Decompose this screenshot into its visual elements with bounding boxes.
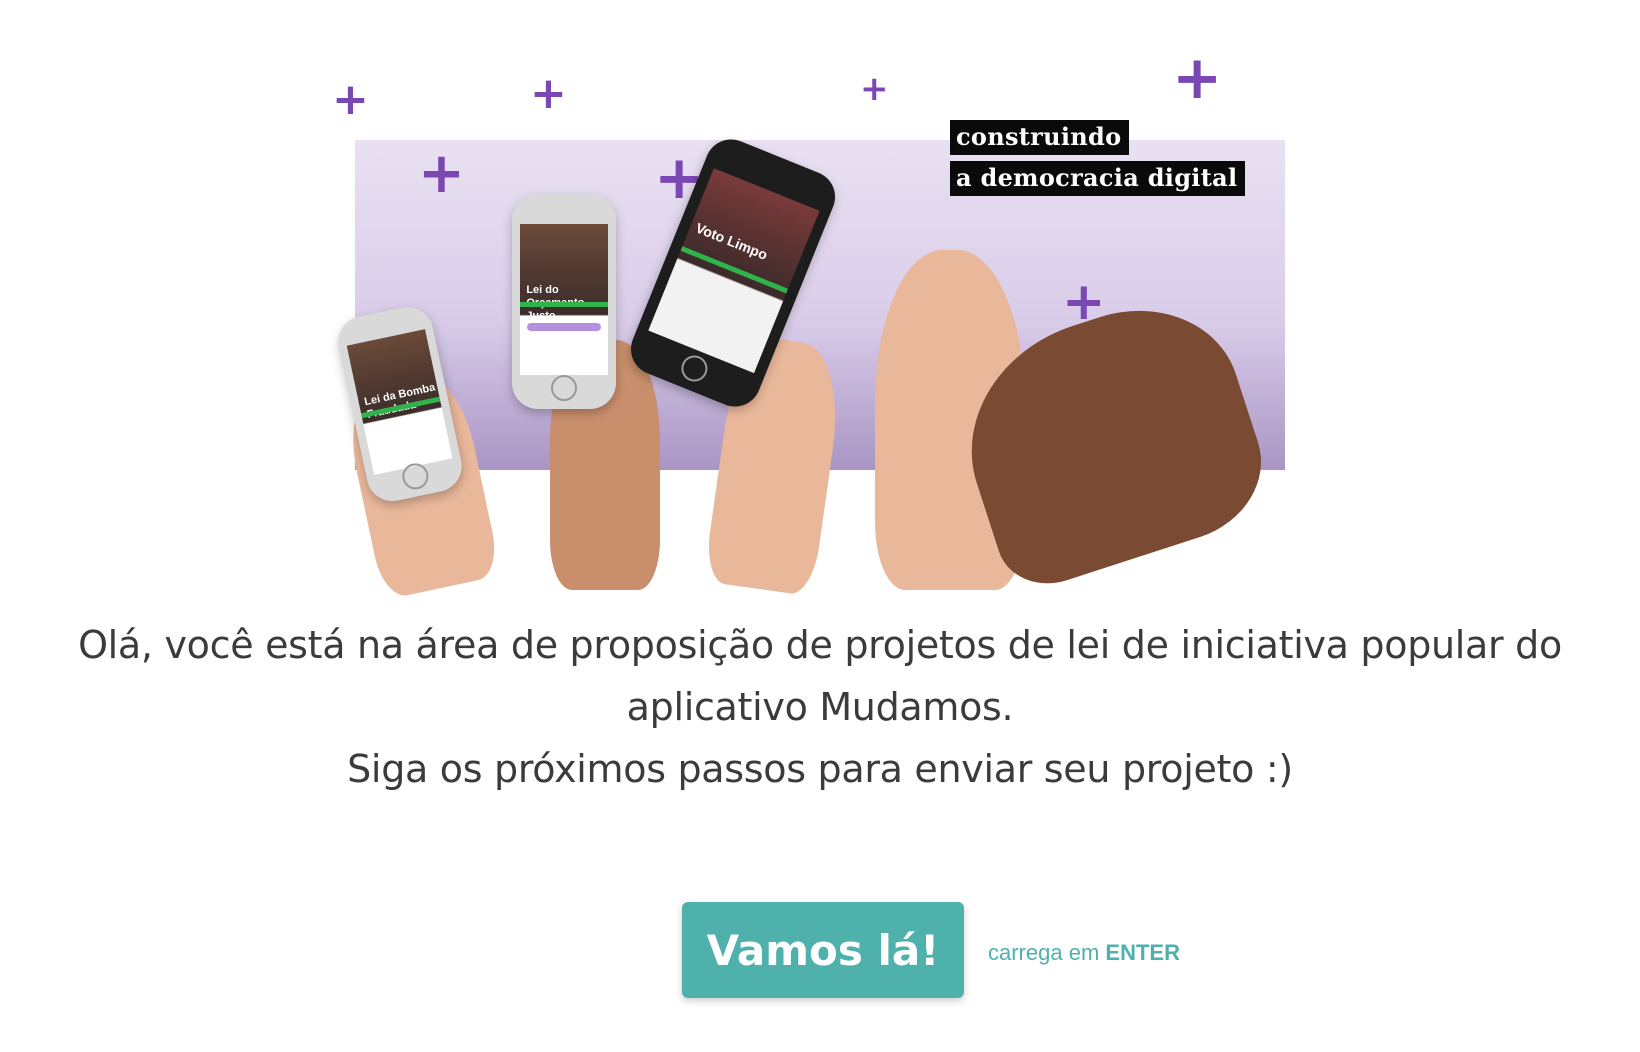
tagline-line-1: construindo: [950, 120, 1130, 155]
phone-center-left: Lei do Orçamento Justo: [512, 194, 616, 409]
enter-key-label: ENTER: [1105, 940, 1180, 965]
progress-bar: [680, 246, 789, 294]
tagline: construindo a democracia digital: [950, 120, 1246, 202]
home-button: [551, 375, 577, 402]
progress-bar: [520, 302, 608, 308]
phone-screen: Lei do Orçamento Justo: [520, 224, 608, 375]
intro-line-3: Siga os próximos passos para enviar seu …: [347, 747, 1293, 791]
intro-text: Olá, você está na área de proposição de …: [20, 614, 1620, 800]
intro-line-2: aplicativo Mudamos.: [626, 685, 1014, 729]
intro-line-1: Olá, você está na área de proposição de …: [78, 623, 1562, 667]
plus-icon: +: [418, 141, 465, 206]
plus-icon: +: [530, 68, 567, 119]
plus-icon: +: [1172, 43, 1223, 113]
hero-image: + + + + + + + construindo a democracia d…: [320, 40, 1320, 601]
start-button[interactable]: Vamos lá!: [682, 902, 964, 998]
enter-hint: carrega em ENTER: [988, 940, 1180, 966]
home-button: [677, 351, 712, 386]
tagline-line-2: a democracia digital: [950, 161, 1246, 196]
phone-screen: Lei da Bomba Fraudada: [346, 329, 453, 475]
screen-button: [527, 323, 601, 332]
enter-hint-prefix: carrega em: [988, 940, 1100, 965]
plus-icon: +: [332, 74, 369, 125]
plus-icon: +: [860, 69, 889, 109]
